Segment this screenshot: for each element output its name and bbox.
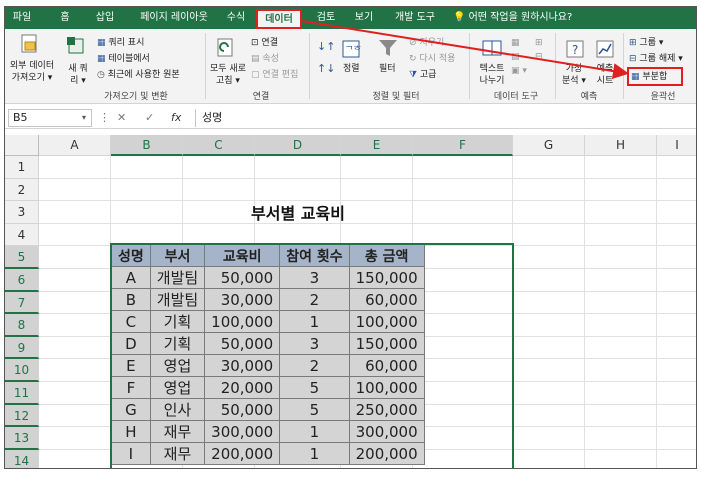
name-box[interactable]: B5 ▾: [8, 109, 92, 127]
row-header[interactable]: 6: [5, 269, 39, 292]
column-header[interactable]: F: [413, 135, 513, 156]
selection-outline: [110, 243, 514, 468]
column-header[interactable]: C: [183, 135, 255, 156]
insert-function-icon[interactable]: fx: [171, 109, 181, 127]
column-header[interactable]: A: [39, 135, 111, 156]
gridline: [39, 200, 696, 202]
row-header[interactable]: 9: [5, 336, 39, 360]
gridline: [656, 156, 657, 468]
row-header[interactable]: 10: [5, 359, 39, 382]
formula-input[interactable]: 성명: [195, 109, 695, 127]
chevron-down-icon: ▾: [81, 113, 86, 122]
column-header[interactable]: H: [585, 135, 657, 156]
formula-bar-divider: ⋮: [99, 111, 110, 124]
row-header[interactable]: 3: [5, 201, 39, 224]
enter-icon[interactable]: ✓: [145, 109, 154, 127]
row-header[interactable]: 7: [5, 291, 39, 315]
row-header[interactable]: 12: [5, 404, 39, 428]
row-header[interactable]: 1: [5, 156, 39, 179]
excel-window: 파일 홈 삽입 페이지 레이아웃 수식 데이터 검토 보기 개발 도구 💡 어떤…: [4, 6, 697, 469]
gridline: [39, 177, 696, 179]
formula-bar: B5 ▾ ⋮ ✕ ✓ fx 성명: [5, 107, 696, 129]
row-header[interactable]: 2: [5, 178, 39, 202]
gridline: [584, 156, 585, 468]
column-header[interactable]: I: [657, 135, 696, 156]
row-header[interactable]: 13: [5, 427, 39, 450]
column-header[interactable]: G: [513, 135, 585, 156]
row-header[interactable]: 5: [5, 246, 39, 269]
column-header[interactable]: B: [111, 135, 183, 156]
select-all-corner[interactable]: [5, 135, 39, 156]
row-header[interactable]: 11: [5, 382, 39, 405]
column-header[interactable]: E: [341, 135, 413, 156]
column-header[interactable]: D: [255, 135, 341, 156]
cancel-icon[interactable]: ✕: [117, 109, 126, 127]
sheet-title: 부서별 교육비: [251, 204, 345, 223]
row-header[interactable]: 8: [5, 314, 39, 337]
row-header[interactable]: 4: [5, 223, 39, 247]
row-header[interactable]: 14: [5, 449, 39, 468]
